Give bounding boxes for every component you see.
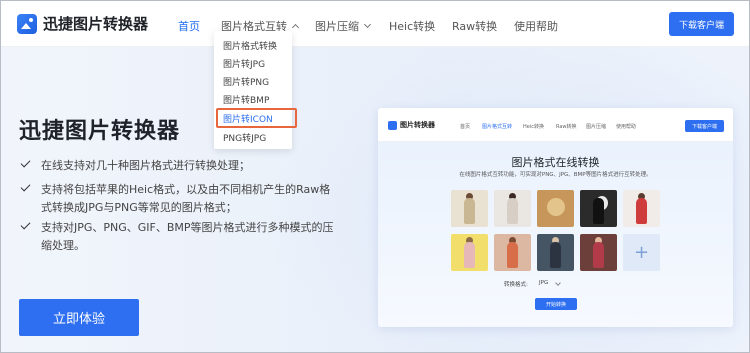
sample-photo [537, 234, 574, 271]
nav-raw-convert[interactable]: Raw转换 [452, 18, 497, 34]
browser-viewport: 迅捷图片转换器 首页 图片格式互转 图片压缩 Heic转换 Raw转换 使用帮助… [0, 0, 750, 353]
chevron-up-icon [291, 23, 300, 32]
chevron-down-icon [363, 20, 372, 29]
product-preview: 图片转换器 首页 图片格式互转 Heic转换 Raw转换 图片压缩 使用帮助 下… [378, 108, 733, 327]
preview-logo: 图片转换器 [388, 120, 435, 130]
format-convert-dropdown: 图片格式转换 图片转JPG 图片转PNG 图片转BMP 图片转ICON PNG转… [214, 31, 292, 149]
sample-photo [451, 190, 488, 227]
preview-subtitle: 在线图片格式互转功能，可实现对PNG、JPG、BMP等图片格式进行互转处理。 [459, 172, 652, 178]
preview-title: 图片格式在线转换 [511, 156, 600, 169]
preview-format-value: JPG [539, 280, 549, 286]
sample-photo [537, 190, 574, 227]
sample-photo [494, 234, 531, 271]
sample-photo [623, 190, 660, 227]
plus-icon: + [623, 234, 660, 271]
sample-photo [580, 234, 617, 271]
dropdown-item-to-jpg[interactable]: 图片转JPG [223, 57, 265, 70]
sample-photo [494, 190, 531, 227]
nav-home[interactable]: 首页 [178, 18, 200, 34]
feature-item: 在线支持对几十种图片格式进行转换处理； [20, 157, 341, 175]
feature-item: 支持对JPG、PNG、GIF、BMP等图片格式进行多种模式的压 缩处理。 [20, 219, 341, 255]
preview-convert-button: 开始转换 [535, 298, 577, 310]
feature-text: 缩处理。 [41, 239, 85, 252]
feature-text: 支持对JPG、PNG、GIF、BMP等图片格式进行多种模式的压 [41, 221, 334, 234]
preview-body: 图片格式在线转换 在线图片格式互转功能，可实现对PNG、JPG、BMP等图片格式… [378, 142, 733, 327]
dropdown-item-format-convert[interactable]: 图片格式转换 [223, 39, 277, 52]
check-icon [20, 181, 31, 192]
dropdown-item-to-png[interactable]: 图片转PNG [223, 75, 269, 88]
image-logo-icon [17, 13, 37, 34]
check-icon [20, 219, 31, 230]
preview-nav-raw: Raw转换 [556, 124, 577, 130]
sample-photo [451, 234, 488, 271]
dropdown-item-png-to-jpg[interactable]: PNG转JPG [223, 131, 266, 144]
download-client-button[interactable]: 下载客户端 [669, 12, 734, 36]
image-logo-icon [388, 120, 397, 130]
feature-text: 支持将包括苹果的Heic格式，以及由不同相机产生的Raw格 [41, 183, 331, 196]
top-header: 迅捷图片转换器 首页 图片格式互转 图片压缩 Heic转换 Raw转换 使用帮助… [1, 1, 749, 47]
chevron-down-icon [555, 280, 561, 286]
highlight-box [216, 108, 297, 128]
preview-header: 图片转换器 首页 图片格式互转 Heic转换 Raw转换 图片压缩 使用帮助 下… [378, 108, 733, 142]
preview-nav-help: 使用帮助 [616, 124, 637, 130]
dropdown-item-to-bmp[interactable]: 图片转BMP [223, 93, 269, 106]
preview-nav-heic: Heic转换 [523, 124, 544, 130]
preview-download-button: 下载客户端 [685, 120, 724, 132]
feature-text: 式转换成JPG与PNG等常见的图片格式； [41, 201, 237, 214]
feature-text: 在线支持对几十种图片格式进行转换处理； [41, 159, 250, 172]
nav-heic-convert[interactable]: Heic转换 [389, 18, 435, 34]
nav-help[interactable]: 使用帮助 [514, 18, 558, 34]
nav-label: 图片压缩 [315, 20, 359, 33]
hero-title: 迅捷图片转换器 [19, 119, 181, 144]
try-now-button[interactable]: 立即体验 [19, 299, 139, 336]
nav-image-compress[interactable]: 图片压缩 [315, 18, 372, 34]
preview-format-label: 转换格式: [504, 282, 528, 288]
app-name: 迅捷图片转换器 [43, 15, 149, 33]
feature-item: 支持将包括苹果的Heic格式，以及由不同相机产生的Raw格 式转换成JPG与PN… [20, 181, 341, 217]
sample-photo [580, 190, 617, 227]
preview-nav-format-convert: 图片格式互转 [482, 124, 513, 130]
preview-nav-compress: 图片压缩 [586, 124, 607, 130]
preview-app-name: 图片转换器 [400, 121, 435, 129]
logo[interactable]: 迅捷图片转换器 [17, 13, 148, 34]
preview-nav-home: 首页 [460, 124, 471, 130]
check-icon [20, 157, 31, 168]
